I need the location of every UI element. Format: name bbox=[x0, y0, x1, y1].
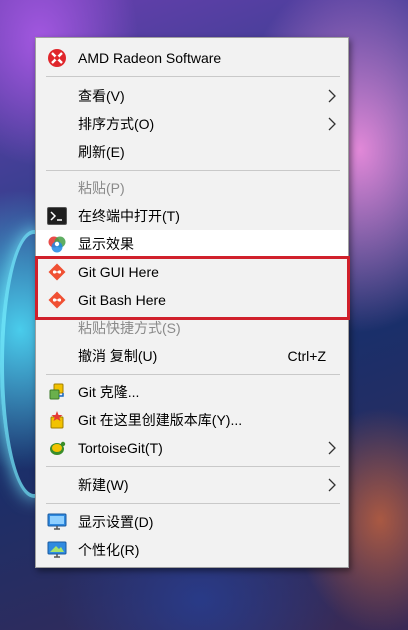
git-create-repo-icon bbox=[47, 410, 67, 430]
menu-item-personalize[interactable]: 个性化(R) bbox=[36, 536, 348, 564]
terminal-icon bbox=[47, 206, 67, 226]
menu-item-label: 撤消 复制(U) bbox=[78, 348, 158, 364]
color-wheel-icon bbox=[47, 234, 67, 254]
menu-item-tortoisegit[interactable]: TortoiseGit(T) bbox=[36, 434, 348, 462]
menu-item-label: Git GUI Here bbox=[78, 264, 159, 280]
chevron-right-icon bbox=[328, 441, 336, 455]
menu-item-open-in-terminal[interactable]: 在终端中打开(T) bbox=[36, 202, 348, 230]
menu-item-git-clone[interactable]: Git 克隆... bbox=[36, 378, 348, 406]
chevron-right-icon bbox=[328, 117, 336, 131]
menu-item-sort-by[interactable]: 排序方式(O) bbox=[36, 110, 348, 138]
menu-item-paste-shortcut: 粘贴快捷方式(S) bbox=[36, 314, 348, 342]
menu-item-label: 显示设置(D) bbox=[78, 514, 154, 530]
menu-item-display-settings[interactable]: 显示设置(D) bbox=[36, 508, 348, 536]
menu-item-label: Git Bash Here bbox=[78, 292, 166, 308]
menu-item-label: 在终端中打开(T) bbox=[78, 208, 180, 224]
menu-item-label: 显示效果 bbox=[78, 236, 134, 252]
git-icon bbox=[47, 262, 67, 282]
menu-item-amd-radeon[interactable]: AMD Radeon Software bbox=[36, 44, 348, 72]
git-clone-icon bbox=[47, 382, 67, 402]
menu-separator bbox=[46, 466, 340, 467]
chevron-right-icon bbox=[328, 478, 336, 492]
menu-item-label: TortoiseGit(T) bbox=[78, 440, 163, 456]
menu-item-paste: 粘贴(P) bbox=[36, 174, 348, 202]
menu-separator bbox=[46, 76, 340, 77]
menu-item-label: 个性化(R) bbox=[78, 542, 140, 558]
menu-item-label: Git 克隆... bbox=[78, 384, 140, 400]
git-icon bbox=[47, 290, 67, 310]
menu-item-refresh[interactable]: 刷新(E) bbox=[36, 138, 348, 166]
chevron-right-icon bbox=[328, 89, 336, 103]
menu-item-display-effects[interactable]: 显示效果 bbox=[36, 230, 348, 258]
context-menu: AMD Radeon Software 查看(V) 排序方式(O) 刷新(E) … bbox=[35, 37, 349, 568]
menu-item-label: 粘贴快捷方式(S) bbox=[78, 320, 181, 336]
menu-item-view[interactable]: 查看(V) bbox=[36, 82, 348, 110]
menu-item-label: AMD Radeon Software bbox=[78, 50, 222, 66]
menu-item-git-gui-here[interactable]: Git GUI Here bbox=[36, 258, 348, 286]
menu-item-label: Git 在这里创建版本库(Y)... bbox=[78, 412, 243, 428]
tortoisegit-icon bbox=[47, 438, 67, 458]
menu-item-label: 查看(V) bbox=[78, 88, 125, 104]
menu-item-label: 粘贴(P) bbox=[78, 180, 125, 196]
menu-separator bbox=[46, 503, 340, 504]
menu-item-git-bash-here[interactable]: Git Bash Here bbox=[36, 286, 348, 314]
menu-separator bbox=[46, 374, 340, 375]
menu-item-undo-copy[interactable]: 撤消 复制(U) Ctrl+Z bbox=[36, 342, 348, 370]
menu-item-label: 新建(W) bbox=[78, 477, 129, 493]
personalize-icon bbox=[47, 540, 67, 560]
menu-item-label: 刷新(E) bbox=[78, 144, 125, 160]
menu-item-git-create-repo[interactable]: Git 在这里创建版本库(Y)... bbox=[36, 406, 348, 434]
menu-separator bbox=[46, 170, 340, 171]
amd-radeon-icon bbox=[47, 48, 67, 68]
menu-item-new[interactable]: 新建(W) bbox=[36, 471, 348, 499]
menu-item-label: 排序方式(O) bbox=[78, 116, 155, 132]
menu-item-shortcut: Ctrl+Z bbox=[287, 348, 327, 364]
display-settings-icon bbox=[47, 512, 67, 532]
